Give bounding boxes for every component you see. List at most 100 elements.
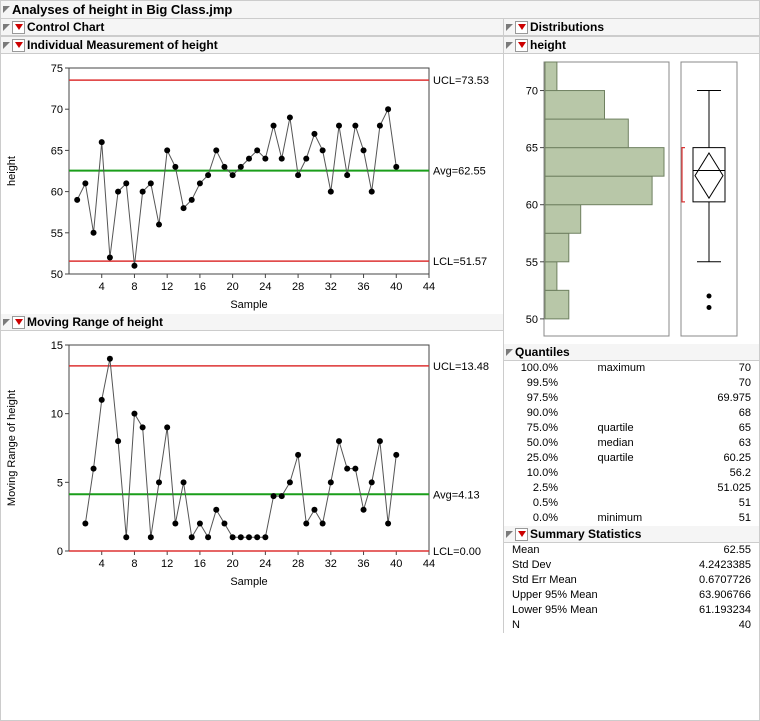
svg-text:height: height [6,156,18,186]
control-chart-title: Control Chart [27,20,104,34]
svg-text:20: 20 [227,281,239,293]
svg-text:50: 50 [526,314,538,326]
svg-text:28: 28 [292,558,304,570]
red-triangle-icon[interactable] [12,21,25,34]
svg-text:44: 44 [423,558,435,570]
red-triangle-icon[interactable] [515,21,528,34]
svg-text:16: 16 [194,281,206,293]
summary-row: N40 [504,618,759,633]
red-triangle-icon[interactable] [12,39,25,52]
svg-text:70: 70 [51,104,63,116]
summary-table: Mean62.55Std Dev4.2423385Std Err Mean0.6… [504,543,759,633]
moving-range-title: Moving Range of height [27,315,163,329]
svg-text:LCL=0.00: LCL=0.00 [433,546,481,558]
svg-text:36: 36 [357,558,369,570]
svg-text:0: 0 [57,546,63,558]
quantile-row: 10.0%56.2 [504,466,759,481]
chevron-down-icon[interactable] [506,24,513,31]
svg-text:Sample: Sample [230,576,267,588]
svg-text:65: 65 [526,143,538,155]
quantiles-header[interactable]: Quantiles [504,344,759,361]
chevron-down-icon[interactable] [506,42,513,49]
distributions-title: Distributions [530,20,604,34]
quantile-row: 90.0%68 [504,406,759,421]
svg-text:60: 60 [526,200,538,212]
quantile-row: 25.0%quartile60.25 [504,451,759,466]
svg-text:24: 24 [259,281,271,293]
quantile-row: 50.0%median63 [504,436,759,451]
indiv-chart[interactable]: 50 55 60 65 70 75 4 8 12 16 20 24 28 32 36 40 44 Sample he… [1,54,501,314]
chevron-down-icon[interactable] [3,24,10,31]
svg-text:40: 40 [390,281,402,293]
svg-text:55: 55 [51,228,63,240]
svg-text:Moving Range of height: Moving Range of height [6,390,18,506]
chevron-down-icon[interactable] [506,349,513,356]
svg-text:Sample: Sample [230,299,267,311]
svg-text:10: 10 [51,409,63,421]
svg-text:Avg=62.55: Avg=62.55 [433,166,486,178]
svg-text:5: 5 [57,477,63,489]
report-title: Analyses of height in Big Class.jmp [12,2,232,17]
summary-row: Lower 95% Mean61.193234 [504,603,759,618]
svg-text:16: 16 [194,558,206,570]
report-title-bar[interactable]: Analyses of height in Big Class.jmp [1,1,759,19]
svg-text:12: 12 [161,558,173,570]
svg-text:15: 15 [51,340,63,352]
quantile-row: 0.0%minimum51 [504,511,759,526]
svg-text:32: 32 [325,558,337,570]
distributions-column: Distributions height 50 55 60 65 70 Quantile… [503,19,759,633]
quantile-row: 75.0%quartile65 [504,421,759,436]
svg-text:Avg=4.13: Avg=4.13 [433,489,480,501]
summary-title: Summary Statistics [530,527,641,541]
svg-text:36: 36 [357,281,369,293]
summary-header[interactable]: Summary Statistics [504,526,759,543]
control-chart-column: Control Chart Individual Measurement of … [1,19,503,591]
svg-text:70: 70 [526,86,538,98]
svg-text:60: 60 [51,187,63,199]
svg-text:40: 40 [390,558,402,570]
height-dist-header[interactable]: height [504,36,759,54]
svg-text:UCL=13.48: UCL=13.48 [433,361,489,373]
summary-row: Upper 95% Mean63.906766 [504,588,759,603]
svg-text:4: 4 [99,281,105,293]
svg-text:12: 12 [161,281,173,293]
moving-range-chart[interactable]: 0 5 10 15 4 8 12 16 20 24 28 32 36 40 44 Sample Moving R… [1,331,501,591]
svg-text:28: 28 [292,281,304,293]
red-triangle-icon[interactable] [12,316,25,329]
svg-text:UCL=73.53: UCL=73.53 [433,75,489,87]
chevron-down-icon[interactable] [3,42,10,49]
svg-text:20: 20 [227,558,239,570]
svg-text:50: 50 [51,269,63,281]
svg-text:32: 32 [325,281,337,293]
svg-text:4: 4 [99,558,105,570]
indiv-chart-header[interactable]: Individual Measurement of height [1,36,503,54]
svg-text:8: 8 [131,281,137,293]
svg-text:75: 75 [51,63,63,75]
quantiles-table: 100.0%maximum7099.5%7097.5%69.97590.0%68… [504,361,759,526]
moving-range-header[interactable]: Moving Range of height [1,314,503,331]
svg-text:LCL=51.57: LCL=51.57 [433,256,487,268]
height-dist-title: height [530,38,566,52]
quantile-row: 0.5%51 [504,496,759,511]
control-chart-header[interactable]: Control Chart [1,19,503,36]
summary-row: Std Err Mean0.6707726 [504,573,759,588]
summary-row: Mean62.55 [504,543,759,558]
indiv-chart-title: Individual Measurement of height [27,38,218,52]
chevron-down-icon[interactable] [506,531,513,538]
quantiles-title: Quantiles [515,345,570,359]
svg-text:8: 8 [131,558,137,570]
quantile-row: 99.5%70 [504,376,759,391]
svg-text:44: 44 [423,281,435,293]
svg-text:55: 55 [526,257,538,269]
height-histogram[interactable]: 50 55 60 65 70 [504,54,759,344]
red-triangle-icon[interactable] [515,528,528,541]
report-window: Analyses of height in Big Class.jmp Cont… [0,0,760,721]
chevron-down-icon[interactable] [3,6,10,13]
quantile-row: 2.5%51.025 [504,481,759,496]
svg-text:24: 24 [259,558,271,570]
svg-text:65: 65 [51,145,63,157]
chevron-down-icon[interactable] [3,319,10,326]
distributions-header[interactable]: Distributions [504,19,759,36]
red-triangle-icon[interactable] [515,39,528,52]
quantile-row: 100.0%maximum70 [504,361,759,376]
